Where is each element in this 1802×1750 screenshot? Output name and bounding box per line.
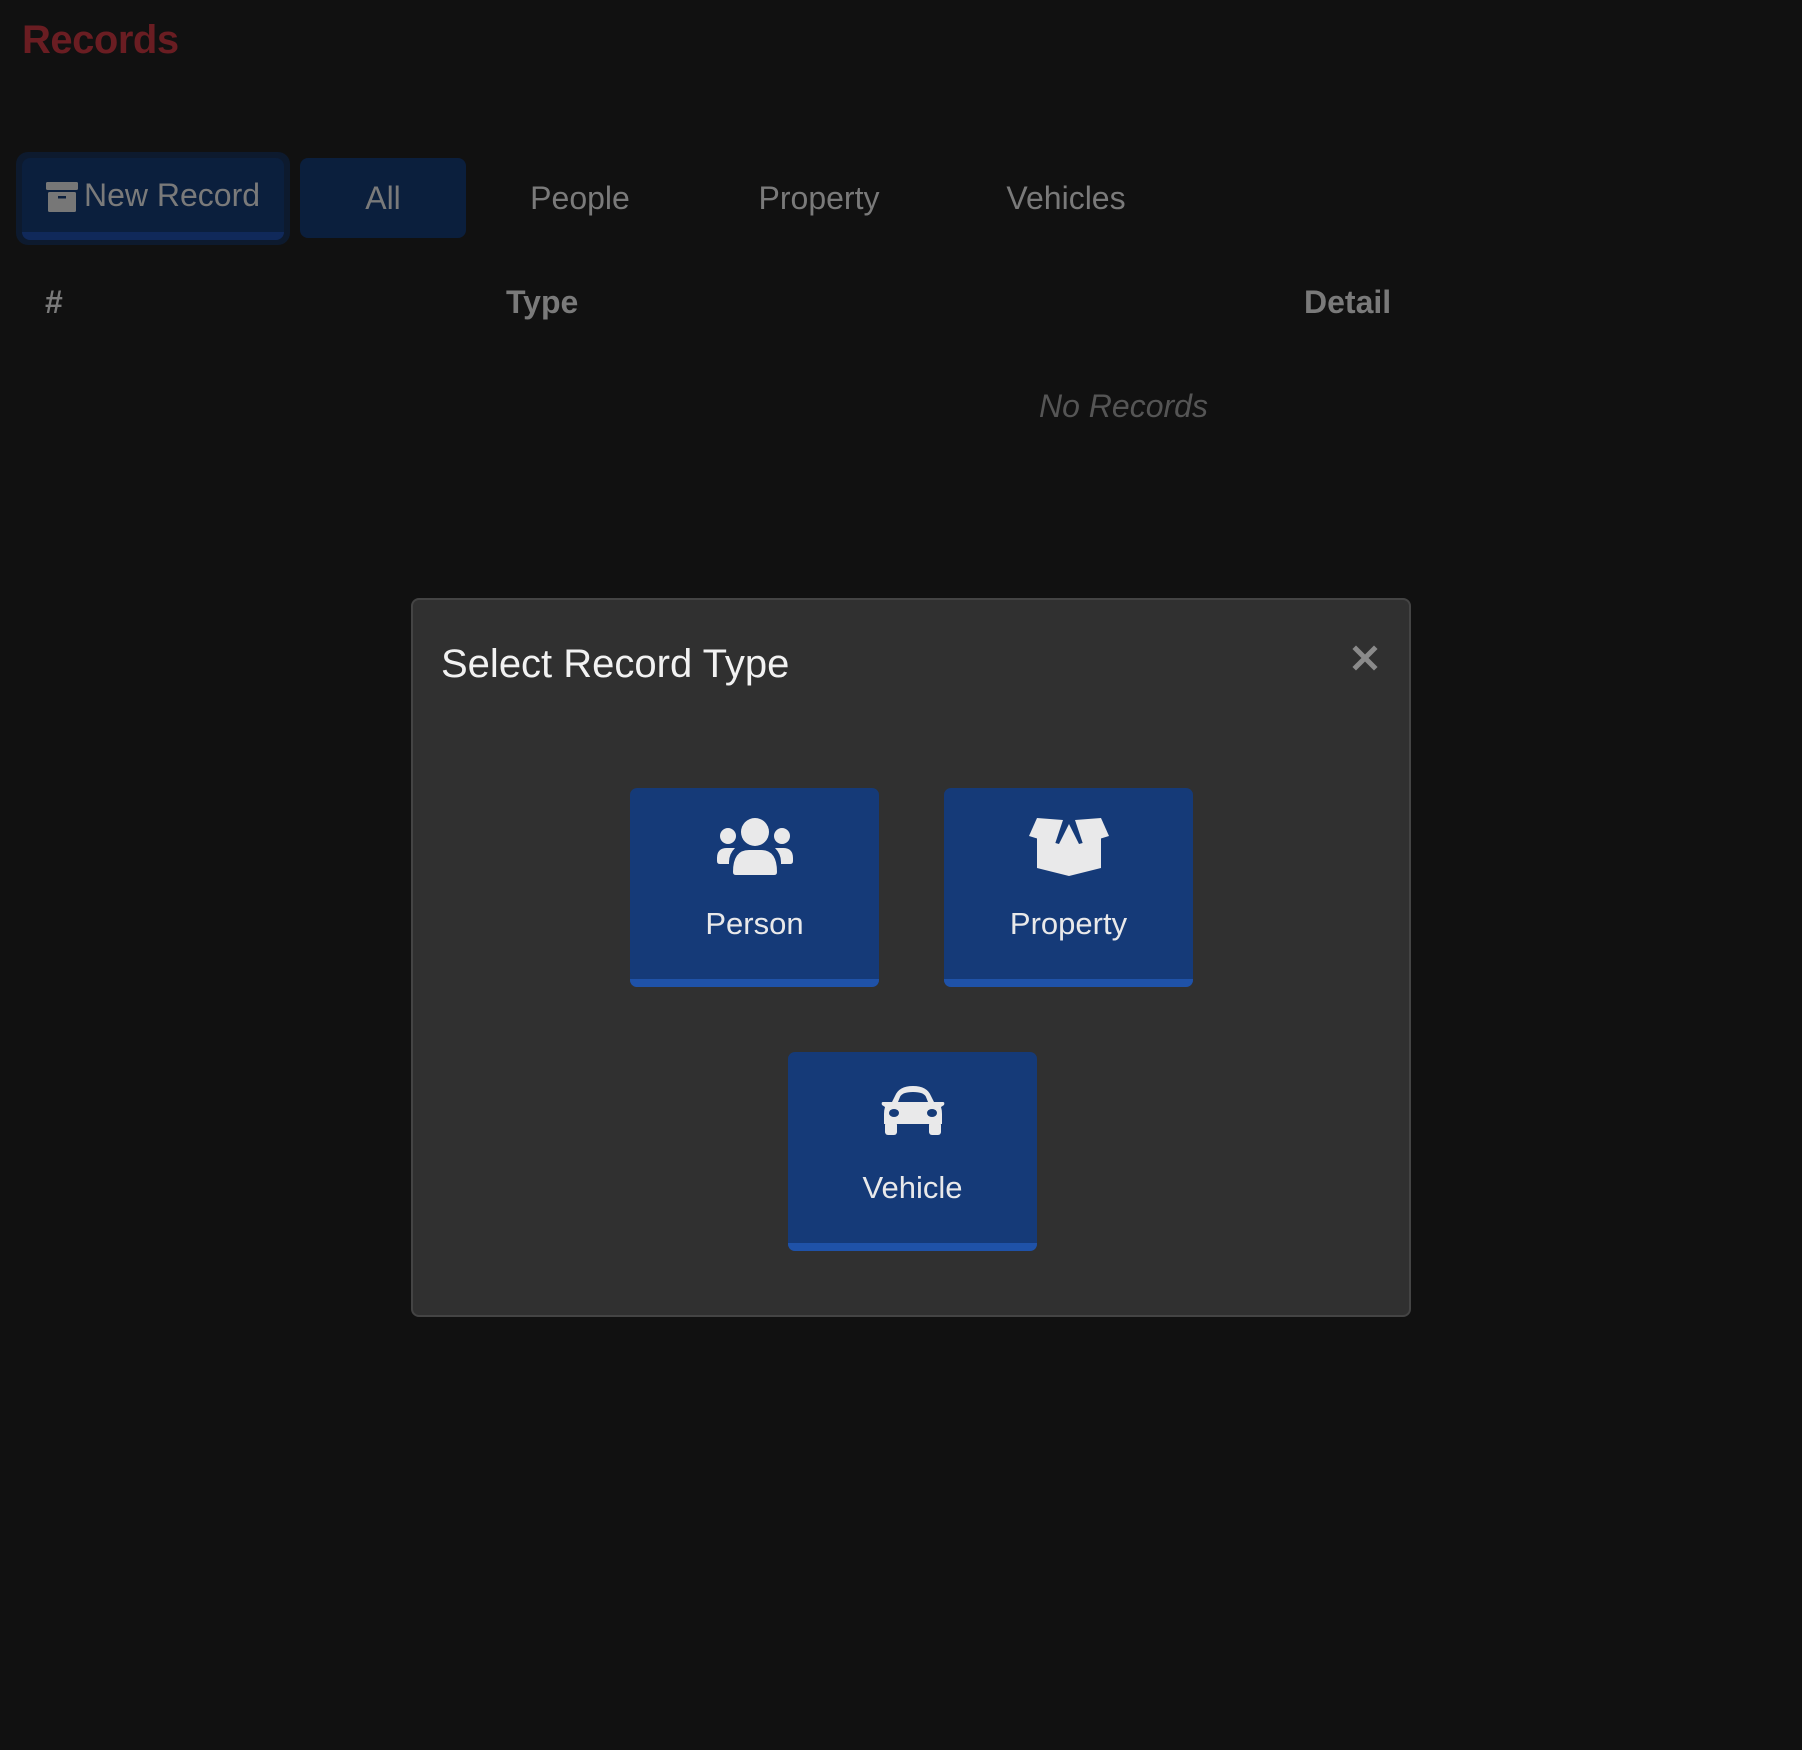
property-option-button[interactable]: Property bbox=[944, 788, 1193, 987]
archive-box-icon bbox=[45, 182, 78, 212]
tab-label: People bbox=[530, 179, 630, 216]
property-option-label: Property bbox=[1009, 906, 1128, 941]
vehicle-option-label: Vehicle bbox=[862, 1170, 963, 1205]
vehicle-option-button[interactable]: Vehicle bbox=[788, 1052, 1037, 1251]
person-option-button[interactable]: Person bbox=[630, 788, 879, 987]
close-icon[interactable] bbox=[1352, 645, 1378, 671]
tab-property[interactable]: Property bbox=[736, 158, 902, 238]
new-record-button[interactable]: New Record bbox=[22, 158, 284, 240]
car-icon bbox=[881, 1086, 944, 1135]
tab-label: All bbox=[365, 179, 401, 216]
tab-all[interactable]: All bbox=[300, 158, 466, 238]
modal-title: Select Record Type bbox=[441, 642, 790, 686]
new-record-label: New Record bbox=[83, 176, 261, 213]
select-record-type-modal: Select Record Type Person Property Vehic… bbox=[411, 598, 1411, 1317]
page-title: Records bbox=[22, 18, 179, 62]
users-icon bbox=[716, 818, 793, 875]
column-header-detail[interactable]: Detail bbox=[1304, 284, 1391, 321]
column-header-type[interactable]: Type bbox=[506, 284, 578, 321]
open-box-icon bbox=[1028, 818, 1109, 876]
column-header-number[interactable]: # bbox=[45, 284, 63, 321]
tab-label: Property bbox=[758, 179, 880, 216]
person-option-label: Person bbox=[705, 906, 804, 941]
records-page: Records New Record All People Property V… bbox=[0, 0, 1802, 1750]
tab-people[interactable]: People bbox=[497, 158, 663, 238]
empty-state-message: No Records bbox=[1039, 388, 1208, 424]
tab-vehicles[interactable]: Vehicles bbox=[983, 158, 1149, 238]
tab-label: Vehicles bbox=[1006, 179, 1126, 216]
